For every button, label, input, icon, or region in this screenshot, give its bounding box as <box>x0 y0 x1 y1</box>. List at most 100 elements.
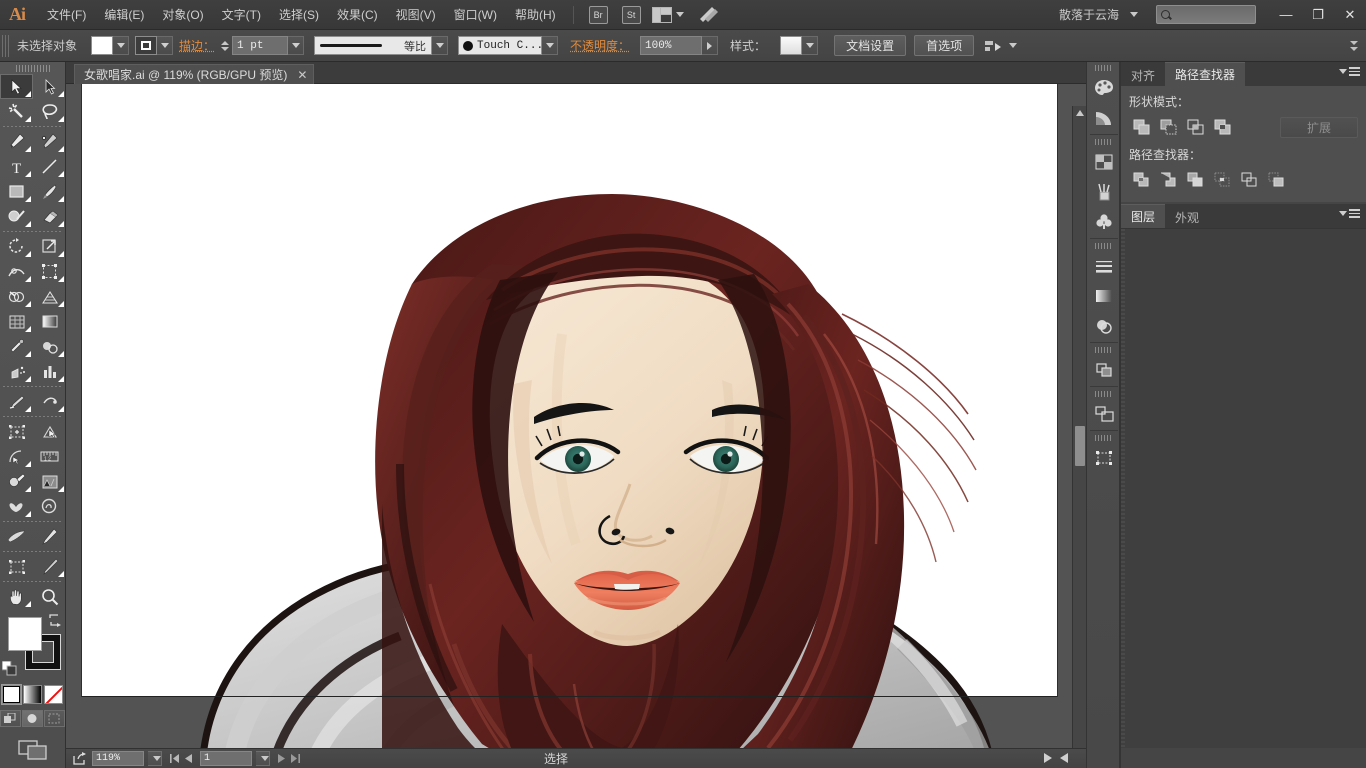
maximize-button[interactable]: ❐ <box>1302 0 1334 30</box>
blend-tool[interactable] <box>33 334 66 359</box>
intersect-button[interactable] <box>1183 116 1208 138</box>
merge-button[interactable] <box>1183 169 1208 191</box>
transparency-icon[interactable] <box>1087 311 1121 341</box>
dock-grip[interactable] <box>1087 62 1121 73</box>
last-page-icon[interactable] <box>291 752 300 766</box>
eraser-tool[interactable] <box>33 204 66 229</box>
mesh-tool[interactable] <box>0 309 33 334</box>
blob-brush-tool[interactable] <box>0 524 33 549</box>
menu-window[interactable]: 窗口(W) <box>445 0 506 30</box>
lasso-tool[interactable] <box>33 99 66 124</box>
arrange-documents-button[interactable] <box>652 7 684 23</box>
eyedropper-tool[interactable] <box>0 334 33 359</box>
artboards-icon[interactable] <box>1087 399 1121 429</box>
fill-dropdown-button[interactable] <box>113 36 129 55</box>
menu-select[interactable]: 选择(S) <box>270 0 328 30</box>
graphic-style-dropdown[interactable] <box>802 36 818 55</box>
stroke-weight-field[interactable]: 1 pt <box>232 36 288 55</box>
panel-options-icon[interactable] <box>1350 41 1358 51</box>
gradient-tool[interactable] <box>33 309 66 334</box>
color-guide-icon[interactable] <box>1087 103 1121 133</box>
page-number-dropdown[interactable] <box>256 751 270 766</box>
stroke-icon[interactable] <box>1087 251 1121 281</box>
crop-button[interactable] <box>1210 169 1235 191</box>
swap-fill-stroke-icon[interactable] <box>48 613 62 627</box>
direct-selection-tool[interactable] <box>33 74 66 99</box>
draw-behind-button[interactable] <box>22 710 43 727</box>
stroke-weight-dropdown[interactable] <box>288 36 304 55</box>
brush-dropdown[interactable] <box>542 36 558 55</box>
scale-tool[interactable] <box>33 234 66 259</box>
zoom-level-field[interactable]: 119% <box>92 751 144 766</box>
control-bar-overflow[interactable] <box>1350 41 1366 51</box>
transform-icon[interactable] <box>1087 443 1121 473</box>
dock-grip[interactable] <box>1087 240 1121 251</box>
magic-wand-tool[interactable] <box>0 99 33 124</box>
artboard-tool[interactable] <box>0 419 33 444</box>
opacity-label[interactable]: 不透明度： <box>570 37 630 54</box>
selection-tool[interactable] <box>0 74 33 99</box>
share-icon[interactable] <box>72 752 88 766</box>
scroll-up-icon[interactable] <box>1073 106 1086 120</box>
tab-appearance[interactable]: 外观 <box>1165 207 1209 228</box>
zoom-tool[interactable] <box>33 584 66 609</box>
symbols-icon[interactable] <box>1087 207 1121 237</box>
fill-swatch[interactable] <box>91 36 113 55</box>
type-tool[interactable]: T <box>0 154 33 179</box>
zoom-level-dropdown[interactable] <box>148 751 162 766</box>
draw-inside-button[interactable] <box>44 710 65 727</box>
graphic-style-swatch[interactable] <box>780 36 802 55</box>
knife-tool[interactable] <box>33 554 66 579</box>
perspective-grid-tool[interactable] <box>33 284 66 309</box>
rotate-tool[interactable] <box>0 234 33 259</box>
tab-layers[interactable]: 图层 <box>1121 204 1165 228</box>
unite-button[interactable] <box>1129 116 1154 138</box>
exclude-button[interactable] <box>1210 116 1235 138</box>
menu-file[interactable]: 文件(F) <box>38 0 95 30</box>
menu-help[interactable]: 帮助(H) <box>506 0 565 30</box>
layers-list[interactable] <box>1121 228 1366 748</box>
dock-grip[interactable] <box>1087 388 1121 399</box>
slice-tool[interactable] <box>0 389 33 414</box>
search-input[interactable] <box>1156 5 1256 24</box>
stroke-dropdown-button[interactable] <box>157 36 173 55</box>
document-setup-button[interactable]: 文档设置 <box>834 35 906 56</box>
artwork-vector-portrait[interactable] <box>82 84 1057 768</box>
crop-artboard-tool[interactable] <box>0 554 33 579</box>
live-paint-bucket-tool[interactable] <box>0 469 33 494</box>
preferences-button[interactable]: 首选项 <box>914 35 974 56</box>
status-expand-icon[interactable] <box>1044 752 1052 766</box>
divide-button[interactable] <box>1129 169 1154 191</box>
stroke-weight-stepper[interactable] <box>219 36 231 55</box>
stock-search-icon[interactable] <box>696 5 722 25</box>
menu-edit[interactable]: 编辑(E) <box>95 0 153 30</box>
close-button[interactable]: ✕ <box>1334 0 1366 30</box>
stock-icon[interactable]: St <box>622 6 641 24</box>
stroke-profile-field[interactable]: 等比 <box>314 36 432 55</box>
first-page-icon[interactable] <box>170 752 179 766</box>
paintbrush-tool[interactable] <box>33 179 66 204</box>
document-tab[interactable]: 女歌唱家.ai @ 119% (RGB/GPU 预览) ✕ <box>74 64 314 84</box>
brushes-icon[interactable] <box>1087 177 1121 207</box>
swatches-icon[interactable] <box>1087 147 1121 177</box>
free-transform-tool[interactable] <box>33 259 66 284</box>
column-graph-tool[interactable] <box>33 359 66 384</box>
rectangle-tool[interactable] <box>0 179 33 204</box>
color-button[interactable] <box>2 685 21 704</box>
gradient-icon[interactable] <box>1087 281 1121 311</box>
layers-panel-menu-button[interactable] <box>1339 209 1360 218</box>
width-tool[interactable] <box>0 259 33 284</box>
dock-grip[interactable] <box>1087 432 1121 443</box>
align-options-button[interactable] <box>984 39 1017 53</box>
canvas[interactable] <box>66 84 1086 768</box>
live-paint-selection-tool[interactable] <box>33 469 66 494</box>
color-palette-icon[interactable] <box>1087 73 1121 103</box>
canvas-vertical-scrollbar[interactable] <box>1072 106 1086 768</box>
shape-eraser-tool[interactable] <box>33 389 66 414</box>
tools-panel-grip[interactable] <box>0 62 65 74</box>
perspective-selection-tool[interactable] <box>33 419 66 444</box>
pencil-tool[interactable] <box>33 524 66 549</box>
dock-grip[interactable] <box>1087 136 1121 147</box>
tab-pathfinder[interactable]: 路径查找器 <box>1165 62 1245 86</box>
stroke-color-control[interactable] <box>135 36 173 55</box>
